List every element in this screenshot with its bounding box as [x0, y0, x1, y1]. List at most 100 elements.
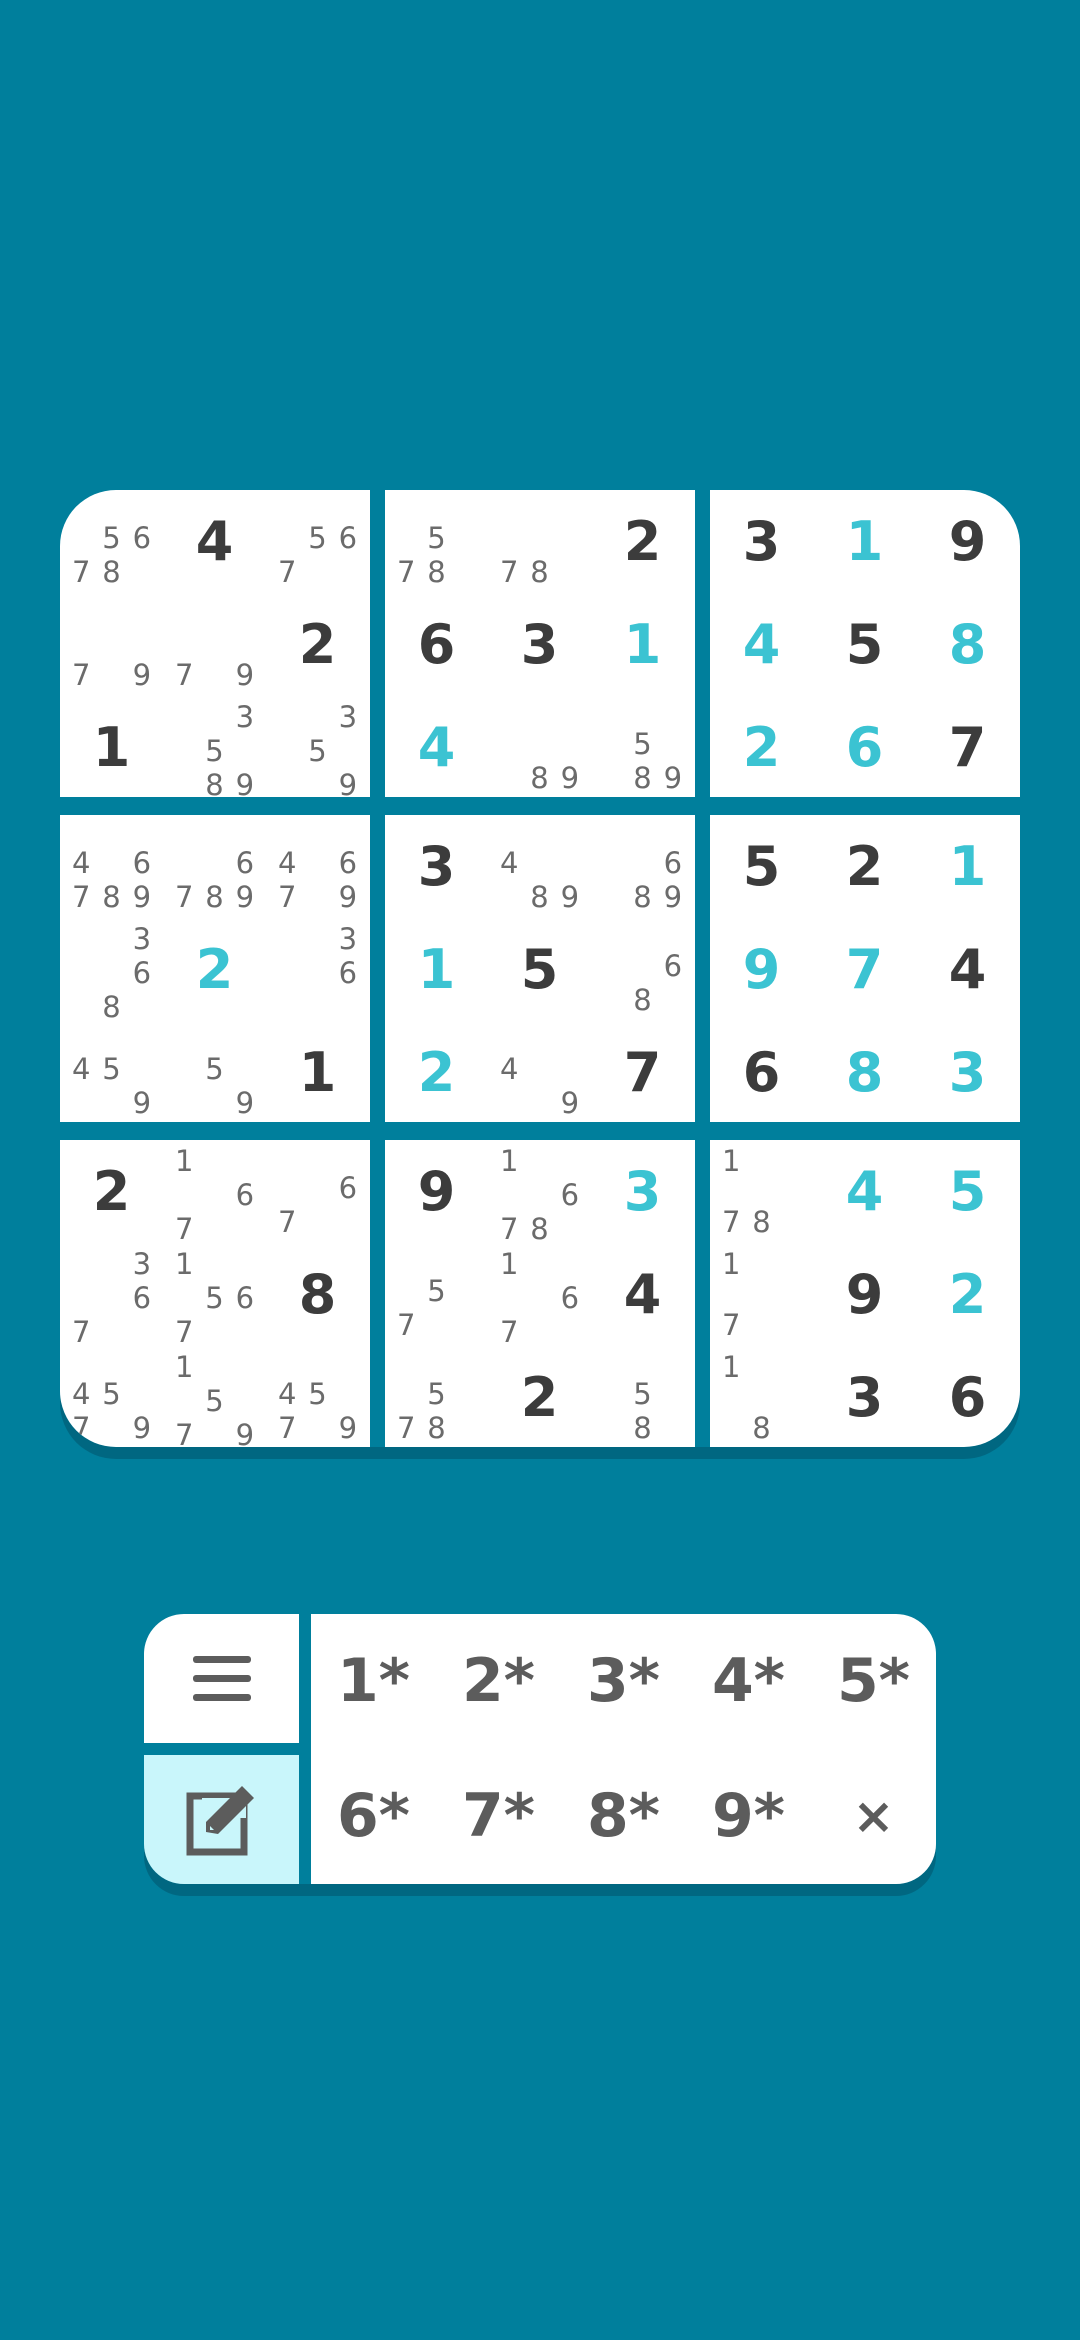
sudoku-cell[interactable]: 36	[266, 918, 369, 1021]
sudoku-cell[interactable]: 359	[266, 696, 369, 802]
number-key[interactable]: 8*	[561, 1756, 686, 1876]
number-key[interactable]: 2*	[436, 1621, 561, 1741]
sudoku-cell[interactable]: 56 7	[266, 490, 369, 593]
sudoku-cell[interactable]: 7	[591, 1021, 694, 1124]
sudoku-cell[interactable]: 6	[813, 696, 916, 799]
sudoku-cell[interactable]: 89	[488, 696, 591, 799]
sudoku-cell[interactable]: 17	[710, 1243, 813, 1346]
number-key[interactable]: 9*	[686, 1756, 811, 1876]
sudoku-cell[interactable]: 3	[591, 1140, 694, 1243]
sudoku-cell[interactable]: 4	[916, 918, 1019, 1021]
sudoku-cell[interactable]: 1 78	[710, 1140, 813, 1243]
sudoku-cell[interactable]: 3589	[163, 696, 266, 802]
sudoku-cell[interactable]: 368	[60, 918, 163, 1024]
sudoku-cell[interactable]: 1678	[488, 1140, 591, 1246]
sudoku-cell[interactable]: 1	[266, 1021, 369, 1124]
note-digit	[272, 819, 302, 846]
sudoku-cell[interactable]: 2	[591, 490, 694, 593]
sudoku-cell[interactable]: 2	[916, 1243, 1019, 1346]
sudoku-cell[interactable]: 489	[488, 815, 591, 918]
sudoku-cell[interactable]: 79	[60, 593, 163, 696]
sudoku-cell[interactable]: 578	[385, 490, 488, 593]
sudoku-cell[interactable]: 56 78	[60, 490, 163, 593]
sudoku-cell[interactable]: 1	[916, 815, 1019, 918]
menu-button[interactable]	[144, 1614, 299, 1743]
sudoku-cell[interactable]: 4 6 789	[60, 815, 163, 918]
sudoku-cell[interactable]: 9	[916, 490, 1019, 593]
sudoku-cell[interactable]: 1579	[163, 1346, 266, 1447]
sudoku-cell[interactable]: 68	[591, 918, 694, 1021]
sudoku-cell[interactable]: 1 6 7	[163, 1140, 266, 1246]
note-digit	[302, 956, 332, 990]
sudoku-cell[interactable]: 9	[813, 1243, 916, 1346]
sudoku-cell[interactable]: 9	[385, 1140, 488, 1243]
sudoku-cell[interactable]: 8	[813, 1021, 916, 1124]
sudoku-cell[interactable]: 3	[710, 490, 813, 593]
sudoku-cell[interactable]: 6 789	[163, 815, 266, 918]
sudoku-cell[interactable]: 78	[488, 490, 591, 593]
sudoku-cell[interactable]: 1	[813, 490, 916, 593]
sudoku-cell[interactable]: 67	[266, 1140, 369, 1243]
sudoku-cell[interactable]: 2	[385, 1021, 488, 1124]
sudoku-cell[interactable]: 2	[266, 593, 369, 696]
note-digit: 8	[427, 1411, 446, 1445]
sudoku-cell[interactable]: 457 9	[60, 1346, 163, 1447]
sudoku-cell[interactable]: 3	[488, 593, 591, 696]
sudoku-cell[interactable]: 3	[813, 1346, 916, 1447]
sudoku-cell[interactable]: 6	[916, 1346, 1019, 1447]
sudoku-cell[interactable]: 6	[710, 1021, 813, 1124]
sudoku-cell[interactable]: 4	[710, 593, 813, 696]
sudoku-cell[interactable]: 1567	[163, 1243, 266, 1349]
sudoku-cell[interactable]: 49	[488, 1021, 591, 1124]
sudoku-cell[interactable]: 5	[813, 593, 916, 696]
sudoku-cell[interactable]: 457 9	[266, 1346, 369, 1447]
sudoku-cell[interactable]: 58	[591, 1346, 694, 1447]
sudoku-cell[interactable]: 459	[60, 1021, 163, 1124]
sudoku-cell[interactable]: 2	[163, 918, 266, 1021]
sudoku-cell[interactable]: 4	[813, 1140, 916, 1243]
sudoku-cell[interactable]: 1 6 7	[488, 1243, 591, 1349]
sudoku-cell[interactable]: 4	[163, 490, 266, 593]
sudoku-cell[interactable]: 3	[916, 1021, 1019, 1124]
sudoku-cell[interactable]: 1	[60, 696, 163, 799]
number-key[interactable]: 5*	[811, 1621, 936, 1741]
sudoku-cell[interactable]: 4	[385, 696, 488, 799]
note-digit	[302, 555, 332, 589]
sudoku-cell[interactable]: 8	[916, 593, 1019, 696]
sudoku-cell[interactable]: 57	[385, 1243, 488, 1346]
number-key[interactable]: 1*	[311, 1621, 436, 1741]
sudoku-cell[interactable]: 6	[385, 593, 488, 696]
sudoku-cell[interactable]: 578	[385, 1346, 488, 1447]
sudoku-cell[interactable]: 4	[591, 1243, 694, 1346]
sudoku-cell[interactable]: 4 6 7 9	[266, 815, 369, 918]
sudoku-cell[interactable]: 2	[488, 1346, 591, 1447]
sudoku-cell[interactable]: 18	[710, 1346, 813, 1447]
note-digit: 3	[338, 700, 358, 734]
number-key[interactable]: 6*	[311, 1756, 436, 1876]
note-digit	[555, 1052, 585, 1086]
sudoku-cell[interactable]: 2	[813, 815, 916, 918]
sudoku-cell[interactable]: 7	[916, 696, 1019, 799]
sudoku-cell[interactable]: 59	[163, 1021, 266, 1124]
number-key[interactable]: 4*	[686, 1621, 811, 1741]
sudoku-cell[interactable]: 1	[385, 918, 488, 1021]
sudoku-cell[interactable]: 5	[710, 815, 813, 918]
sudoku-cell[interactable]: 7	[813, 918, 916, 1021]
number-key[interactable]: 3*	[561, 1621, 686, 1741]
clear-key[interactable]: ×	[811, 1756, 936, 1876]
sudoku-cell[interactable]: 589	[591, 696, 694, 799]
sudoku-cell[interactable]: 36 7	[60, 1243, 163, 1349]
number-key[interactable]: 7*	[436, 1756, 561, 1876]
sudoku-cell[interactable]: 3	[385, 815, 488, 918]
sudoku-cell[interactable]: 5	[488, 918, 591, 1021]
sudoku-cell[interactable]: 1	[591, 593, 694, 696]
sudoku-cell[interactable]: 5	[916, 1140, 1019, 1243]
note-digit	[777, 1144, 807, 1178]
sudoku-cell[interactable]: 79	[163, 593, 266, 696]
sudoku-cell[interactable]: 8	[266, 1243, 369, 1346]
notes-toggle-button[interactable]	[144, 1755, 299, 1884]
sudoku-cell[interactable]: 9	[710, 918, 813, 1021]
sudoku-cell[interactable]: 689	[591, 815, 694, 918]
sudoku-cell[interactable]: 2	[710, 696, 813, 799]
sudoku-cell[interactable]: 2	[60, 1140, 163, 1243]
